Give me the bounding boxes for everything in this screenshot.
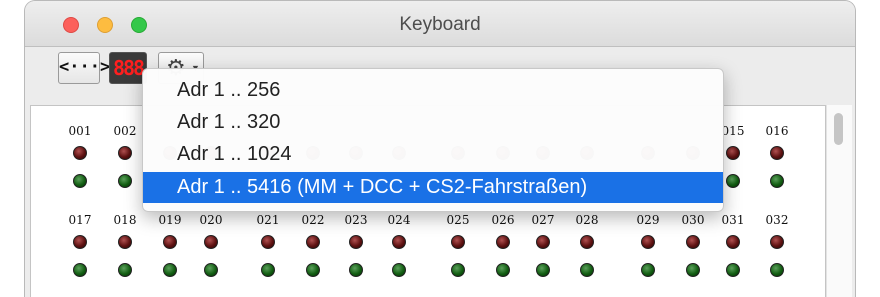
key-on-button[interactable] xyxy=(726,174,740,188)
key-off-button[interactable] xyxy=(73,146,87,160)
key-label: 027 xyxy=(531,213,555,227)
key-off-button[interactable] xyxy=(580,235,594,249)
menu-item-adr-320[interactable]: Adr 1 .. 320 xyxy=(143,107,723,138)
key-label: 032 xyxy=(765,213,789,227)
led-display-icon: 888 xyxy=(112,56,145,80)
key-on-button[interactable] xyxy=(349,263,363,277)
address-range-menu: Adr 1 .. 256 Adr 1 .. 320 Adr 1 .. 1024 … xyxy=(142,68,724,212)
key-on-button[interactable] xyxy=(73,263,87,277)
menu-item-adr-1024[interactable]: Adr 1 .. 1024 xyxy=(143,139,723,170)
key-label: 028 xyxy=(575,213,599,227)
key-off-button[interactable] xyxy=(306,235,320,249)
key-label: 029 xyxy=(636,213,660,227)
key-on-button[interactable] xyxy=(726,263,740,277)
key-on-button[interactable] xyxy=(118,174,132,188)
key-label: 001 xyxy=(68,124,92,138)
key-on-button[interactable] xyxy=(770,263,784,277)
key-off-button[interactable] xyxy=(726,235,740,249)
key-off-button[interactable] xyxy=(641,235,655,249)
key-off-button[interactable] xyxy=(204,235,218,249)
key-off-button[interactable] xyxy=(770,146,784,160)
key-off-button[interactable] xyxy=(451,235,465,249)
key-on-button[interactable] xyxy=(392,263,406,277)
key-label: 026 xyxy=(491,213,515,227)
key-off-button[interactable] xyxy=(118,235,132,249)
key-on-button[interactable] xyxy=(163,263,177,277)
key-on-button[interactable] xyxy=(451,263,465,277)
key-off-button[interactable] xyxy=(686,235,700,249)
key-off-button[interactable] xyxy=(163,235,177,249)
vertical-scrollbar[interactable] xyxy=(826,105,852,297)
key-on-button[interactable] xyxy=(686,263,700,277)
code-view-button[interactable]: <···> xyxy=(58,52,111,84)
menu-item-adr-256[interactable]: Adr 1 .. 256 xyxy=(143,75,723,106)
code-icon: <···> xyxy=(59,57,111,77)
window-title: Keyboard xyxy=(399,14,481,35)
key-label: 031 xyxy=(721,213,745,227)
key-label: 022 xyxy=(301,213,325,227)
key-on-button[interactable] xyxy=(580,263,594,277)
key-on-button[interactable] xyxy=(73,174,87,188)
key-label: 016 xyxy=(765,124,789,138)
key-label: 025 xyxy=(446,213,470,227)
key-label: 030 xyxy=(681,213,705,227)
key-label: 019 xyxy=(158,213,182,227)
key-off-button[interactable] xyxy=(726,146,740,160)
key-off-button[interactable] xyxy=(770,235,784,249)
key-on-button[interactable] xyxy=(536,263,550,277)
key-off-button[interactable] xyxy=(118,146,132,160)
key-on-button[interactable] xyxy=(261,263,275,277)
key-label: 024 xyxy=(387,213,411,227)
key-off-button[interactable] xyxy=(261,235,275,249)
key-off-button[interactable] xyxy=(349,235,363,249)
key-label: 023 xyxy=(344,213,368,227)
key-off-button[interactable] xyxy=(536,235,550,249)
key-off-button[interactable] xyxy=(392,235,406,249)
key-on-button[interactable] xyxy=(770,174,784,188)
key-on-button[interactable] xyxy=(204,263,218,277)
menu-item-adr-5416[interactable]: Adr 1 .. 5416 (MM + DCC + CS2-Fahrstraße… xyxy=(143,172,723,203)
key-on-button[interactable] xyxy=(641,263,655,277)
scrollbar-thumb[interactable] xyxy=(834,113,843,145)
key-off-button[interactable] xyxy=(496,235,510,249)
key-off-button[interactable] xyxy=(73,235,87,249)
key-on-button[interactable] xyxy=(306,263,320,277)
title-bar[interactable]: Keyboard xyxy=(25,1,855,47)
key-label: 020 xyxy=(199,213,223,227)
key-on-button[interactable] xyxy=(496,263,510,277)
key-label: 002 xyxy=(113,124,137,138)
key-label: 021 xyxy=(256,213,280,227)
key-label: 017 xyxy=(68,213,92,227)
key-label: 018 xyxy=(113,213,137,227)
key-on-button[interactable] xyxy=(118,263,132,277)
